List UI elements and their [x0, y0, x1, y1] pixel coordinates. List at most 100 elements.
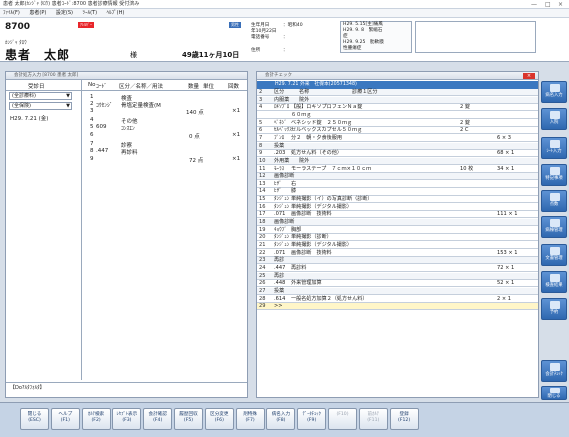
menu-settings[interactable]: 設定(S) [56, 10, 73, 16]
function-key-button[interactable]: ﾃﾞｰﾀﾁｪｯｸ (F9) [297, 408, 327, 430]
title-bar: 患者 太郎(ｶﾝｼﾞｬ ﾀﾛｳ) 患者ｺｰﾄﾞ:8700 患者診療情報 受付済み… [0, 0, 569, 9]
sidebar-button[interactable]: 会計ﾁｪｯｸ [541, 360, 567, 382]
check-row[interactable]: 4 ﾛｷｿﾌﾟﾛ 【般】ロキソプロフェンＮａ錠 2 錠 [257, 104, 538, 112]
check-row[interactable]: 5 ﾍﾞﾈｼﾞ ベネシッド錠 ２５０ｍｇ 2 錠 [257, 120, 538, 127]
insurance-filter[interactable]: (全保険) ▼ [9, 102, 72, 110]
function-key-button[interactable]: 閉じる (ESC) [20, 408, 49, 430]
check-row[interactable]: 11 ﾓｰﾗｽ モーラステープ ７ｃｍ×１０ｃｍ 10 枚 34 × 1 [257, 166, 538, 173]
function-key-button[interactable]: 履歴回収 (F5) [174, 408, 203, 430]
button-icon [550, 301, 560, 309]
menu-help[interactable]: ﾍﾙﾌﾟ(H) [107, 10, 125, 16]
menu-tools[interactable]: ﾂｰﾙ(T) [83, 10, 97, 16]
row-points: 6 × 3 [497, 134, 511, 141]
row-points: 153 × 1 [497, 249, 518, 256]
function-key-button[interactable]: 会計確認 (F4) [143, 408, 173, 430]
function-key-button[interactable]: 登録 (F12) [389, 408, 419, 430]
check-row[interactable]: 29 >> [257, 303, 538, 311]
function-key-bar: 閉じる (ESC) ヘルプ (F1) ｶﾙﾃ検索 (F2) ﾚｾﾌﾟﾄ表示 (F3) 会計確認(… [0, 402, 569, 437]
function-key-button[interactable]: 病名入力 (F8) [266, 408, 296, 430]
check-row[interactable]: 7 ﾌﾞﾝﾛ 分２ 朝・夕食後服用 6 × 3 [257, 135, 538, 142]
row-code: ﾋｻﾞ [274, 180, 282, 187]
check-row[interactable]: 23 再診 [257, 257, 538, 265]
row-name: 単純撮影（イ）の写真診断（診断） [291, 196, 373, 203]
memo-box[interactable] [415, 21, 536, 53]
row-name: 画像診断 技術料 [291, 249, 332, 256]
check-row[interactable]: 13 ﾋｻﾞ 右 [257, 181, 538, 188]
row-number: 8 [259, 142, 263, 149]
row-qty: 10 枚 [460, 165, 474, 172]
function-key-button[interactable]: (F10) [328, 408, 357, 430]
check-row[interactable]: 17 .071 画像診断 技術料 111 × 1 [257, 211, 538, 219]
button-icon [550, 111, 560, 119]
allergy-badge[interactable]: ｱﾚﾙｷﾞｰ [78, 22, 94, 28]
row-number: 13 [259, 180, 266, 187]
sidebar-button[interactable]: 予約 [541, 298, 567, 320]
maximize-button[interactable]: □ [545, 0, 551, 9]
sidebar-button[interactable]: 病名入力 [541, 81, 567, 103]
row-number: 20 [259, 234, 266, 241]
check-row[interactable]: 28 .614 一般名処方加算２（処方せん料） 2 × 1 [257, 296, 538, 303]
button-icon [550, 388, 560, 393]
function-key-button[interactable]: 剤特殊 (F7) [235, 408, 265, 430]
col-qty: 数量 [188, 84, 200, 90]
menu-patient[interactable]: 患者(P) [29, 10, 46, 16]
sidebar-button[interactable]: 特記事項 [541, 164, 567, 186]
minimize-button[interactable]: — [531, 0, 537, 9]
footer-divider [6, 382, 247, 383]
close-icon[interactable]: × [523, 73, 535, 79]
close-window-button[interactable]: × [558, 0, 563, 9]
sidebar-button[interactable]: 閉じる [541, 386, 567, 400]
check-row[interactable]: 9 .203 処方せん料（その他） 68 × 1 [257, 150, 538, 158]
check-row[interactable]: 22 .071 画像診断 技術料 153 × 1 [257, 250, 538, 257]
filter-toggle-button[interactable]: 【Do?ﾙﾀﾌｫﾙﾀ】 [10, 384, 70, 393]
sidebar-button[interactable]: 検査結果 [541, 271, 567, 293]
function-key-button[interactable]: ﾚｾﾌﾟﾄ表示 (F3) [112, 408, 142, 430]
check-row[interactable]: 20 ﾀﾝｼﾞｭﾝ 単純撮影（診断） [257, 234, 538, 242]
check-row[interactable]: 19 ｷｮｳﾌﾞ 胸部 [257, 227, 538, 234]
check-row[interactable]: 14 ﾋｻﾞ 膝 [257, 188, 538, 196]
disease-history-box[interactable]: H29. 5.15[主]痛風 H29. 9. 8 緊縮石 症 H29. 9.25… [340, 21, 412, 53]
function-key-button[interactable]: ｶﾙﾃ検索 (F2) [81, 408, 111, 430]
check-row[interactable]: 3 内服薬 院外 [257, 96, 538, 104]
row-points: 52 × 1 [497, 280, 515, 287]
check-row[interactable]: 24 .447 再診料 72 × 1 [257, 265, 538, 273]
department-filter[interactable]: (全診療科) ▼ [9, 92, 72, 100]
check-row[interactable]: 16 ﾀﾝｼﾞｭﾝ 単純撮影（デジタル撮影） [257, 204, 538, 211]
function-key-button[interactable]: ヘルプ (F1) [50, 408, 80, 430]
row-name[interactable]: 骨塩定量検査(M [121, 101, 161, 109]
menu-bar: ﾌｧｲﾙ(F) 患者(P) 設定(S) ﾂｰﾙ(T) ﾍﾙﾌﾟ(H) [0, 9, 569, 18]
sidebar-button[interactable]: 文書管理 [541, 244, 567, 266]
check-row[interactable]: 12 画像診断 [257, 173, 538, 181]
check-row[interactable]: 15 ﾀﾝｼﾞｭﾝ 単純撮影（イ）の写真診断（診断） [257, 196, 538, 204]
visit-date-item[interactable]: H29. 7.21 (金) [10, 114, 48, 122]
sidebar-button[interactable]: 点数 [541, 190, 567, 212]
sidebar-button[interactable]: ｼｰﾄ入力 [541, 137, 567, 159]
check-row[interactable]: ６０ｍｇ [257, 112, 538, 120]
function-key-button[interactable]: 区分変更 (F6) [204, 408, 234, 430]
row-code: .614 [274, 295, 286, 302]
row-code: ｺｳｾﾝｼﾞ [96, 103, 113, 109]
column-divider [81, 80, 82, 380]
check-row[interactable]: 21 ﾀﾝｼﾞｭﾝ 単純撮影（デジタル撮影） [257, 242, 538, 250]
check-row[interactable]: 2 区分 名称 診療１区分 [257, 89, 538, 97]
sidebar-button[interactable]: 入院 [541, 108, 567, 130]
row-no: 9 [90, 156, 94, 162]
check-row[interactable]: 6 ｾﾙﾍﾞｯｸｽ セルベックスカプセル５０ｍｇ 2 C [257, 127, 538, 135]
sidebar-button[interactable]: 病棟管理 [541, 216, 567, 238]
row-name[interactable]: ｺﾝｽｴﾝ [121, 124, 135, 132]
account-check-panel: 会計チェック × H29. 7.21 外来 社保本(20571348) 2 区分 名… [256, 71, 539, 398]
row-name[interactable]: 再診料 [121, 148, 138, 156]
check-row[interactable]: 26 .448 外来管理加算 52 × 1 [257, 280, 538, 288]
row-name: 単純撮影（診断） [291, 234, 332, 241]
check-row[interactable]: 10 外用薬 院外 [257, 157, 538, 165]
row-times: ×1 [232, 132, 241, 138]
row-qty: 2 錠 [460, 119, 470, 126]
row-code: 画像診断 [274, 219, 295, 226]
row-number: 10 [259, 157, 266, 164]
function-key-button[interactable]: 前ｶﾙﾃ (F11) [358, 408, 388, 430]
check-row[interactable]: 25 再診 [257, 272, 538, 280]
check-row[interactable]: 18 画像診断 [257, 219, 538, 227]
check-row[interactable]: 8 投薬 [257, 142, 538, 150]
check-row[interactable]: 27 投薬 [257, 287, 538, 295]
menu-file[interactable]: ﾌｧｲﾙ(F) [3, 10, 20, 16]
